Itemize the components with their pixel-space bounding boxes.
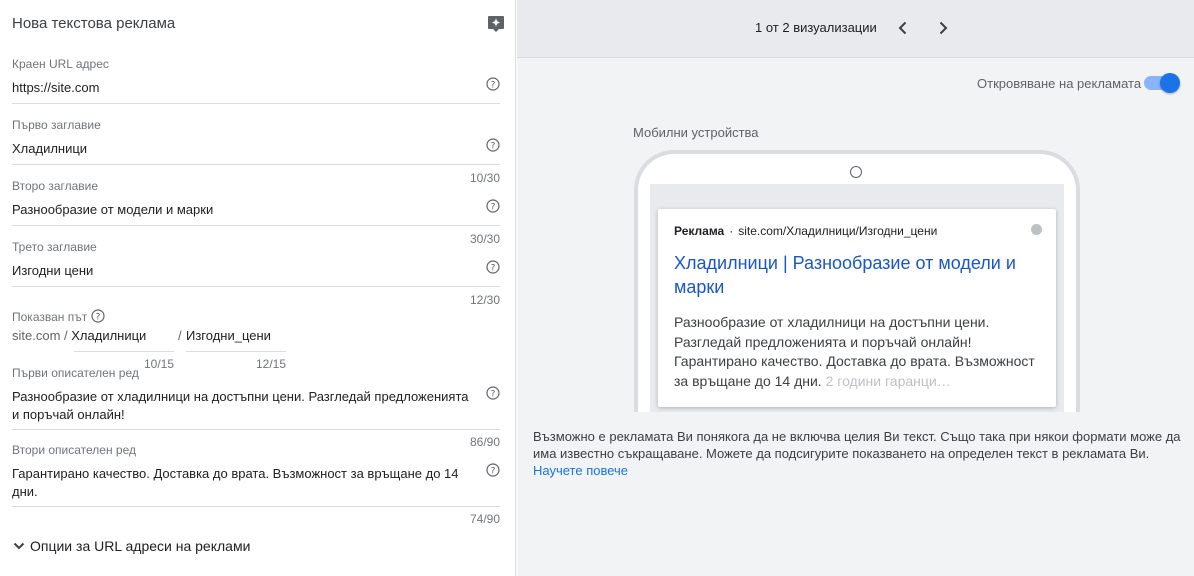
ad-header: Реклама · site.com/Хладилници/Изгодни_цени	[674, 224, 937, 238]
display-path-header: Показван път?	[12, 308, 500, 326]
final-url-field[interactable]: Краен URL адрес https://site.com ?	[12, 57, 500, 105]
disclaimer-text: Възможно е рекламата Ви понякога да не в…	[533, 429, 1181, 461]
help-icon[interactable]: ?	[486, 138, 500, 152]
ad-badge: Реклама	[674, 224, 725, 238]
help-icon[interactable]: ?	[486, 386, 500, 400]
description1-field[interactable]: Първи описателен ред Разнообразие от хла…	[12, 366, 500, 430]
chevron-left-icon[interactable]	[893, 18, 913, 38]
ad-description-faded: 2 години гаранци…	[825, 372, 951, 389]
svg-text:?: ?	[96, 313, 101, 323]
ad-title[interactable]: Хладилници | Разнообразие от модели и ма…	[674, 251, 1044, 299]
description2-counter: 74/90	[469, 512, 500, 526]
ad-form-panel: Нова текстова реклама Краен URL адрес ht…	[0, 0, 516, 576]
description2-label: Втори описателен ред	[12, 443, 136, 457]
headline1-underline	[12, 164, 500, 165]
path1-input[interactable]: Хладилници	[71, 328, 146, 343]
preview-pager-text: 1 от 2 визуализации	[755, 20, 877, 35]
learn-more-link[interactable]: Научете повече	[533, 463, 628, 478]
path2-underline	[186, 351, 286, 352]
headline3-input[interactable]: Изгодни цени	[12, 262, 93, 280]
final-url-underline	[12, 103, 500, 104]
help-icon[interactable]: ?	[486, 260, 500, 274]
headline2-underline	[12, 225, 500, 226]
url-options-label: Опции за URL адреси на реклами	[30, 538, 251, 554]
expand-ad-label: Откровяване на рекламата	[977, 76, 1142, 91]
preview-panel: 1 от 2 визуализации Откровяване на рекла…	[517, 0, 1194, 576]
svg-text:?: ?	[491, 390, 496, 400]
info-icon[interactable]	[1031, 224, 1042, 235]
final-url-label: Краен URL адрес	[12, 57, 109, 71]
display-path-row: site.com / Хладилници	[12, 328, 146, 346]
headline2-label: Второ заглавие	[12, 179, 99, 193]
help-icon[interactable]: ?	[486, 77, 500, 91]
headline1-field[interactable]: Първо заглавие Хладилници ?	[12, 118, 500, 166]
phone-frame: Реклама · site.com/Хладилници/Изгодни_цени…	[634, 150, 1080, 412]
description2-field[interactable]: Втори описателен ред Гарантирано качеств…	[12, 443, 500, 507]
svg-text:?: ?	[491, 203, 496, 213]
display-path-label: Показван път	[12, 310, 88, 324]
ad-description: Разнообразие от хладилници на достъпни ц…	[674, 313, 1044, 391]
svg-text:?: ?	[491, 81, 496, 91]
svg-text:?: ?	[491, 142, 496, 152]
help-icon[interactable]: ?	[486, 463, 500, 477]
device-label: Мобилни устройства	[633, 125, 759, 140]
final-url-input[interactable]: https://site.com	[12, 79, 99, 97]
headline3-field[interactable]: Трето заглавие Изгодни цени ?	[12, 240, 500, 288]
path2-input[interactable]: Изгодни_цени	[186, 328, 271, 343]
toggle-knob	[1160, 73, 1180, 93]
headline1-input[interactable]: Хладилници	[12, 140, 87, 158]
form-title: Нова текстова реклама	[12, 15, 176, 32]
description1-label: Първи описателен ред	[12, 366, 139, 380]
headline3-label: Трето заглавие	[12, 240, 97, 254]
description1-input[interactable]: Разнообразие от хладилници на достъпни ц…	[12, 388, 478, 424]
description2-input[interactable]: Гарантирано качество. Доставка до врата.…	[12, 465, 478, 501]
headline1-label: Първо заглавие	[12, 118, 101, 132]
preview-disclaimer: Възможно е рекламата Ви понякога да не в…	[533, 428, 1183, 479]
preview-toolbar: 1 от 2 визуализации	[517, 0, 1194, 58]
url-options-expander[interactable]: Опции за URL адреси на реклами	[12, 538, 250, 554]
sparkle-icon[interactable]	[486, 14, 506, 34]
description1-underline	[12, 429, 500, 430]
ad-dot: ·	[729, 224, 734, 238]
headline3-underline	[12, 286, 500, 287]
svg-text:?: ?	[491, 264, 496, 274]
expand-ad-toggle[interactable]	[1144, 73, 1180, 93]
headline2-field[interactable]: Второ заглавие Разнообразие от модели и …	[12, 179, 500, 227]
help-icon[interactable]: ?	[91, 309, 105, 323]
svg-text:?: ?	[491, 467, 496, 477]
help-icon[interactable]: ?	[486, 199, 500, 213]
ad-preview-card: Реклама · site.com/Хладилници/Изгодни_цени…	[658, 209, 1056, 407]
chevron-right-icon[interactable]	[933, 18, 953, 38]
ad-display-url: site.com/Хладилници/Изгодни_цени	[738, 224, 938, 238]
chevron-down-icon	[13, 542, 25, 550]
headline2-input[interactable]: Разнообразие от модели и марки	[12, 201, 213, 219]
path1-underline	[74, 351, 174, 352]
description2-underline	[12, 506, 500, 507]
phone-camera	[850, 166, 862, 178]
display-path-prefix: site.com /	[12, 328, 68, 343]
display-path-separator: /	[178, 328, 182, 343]
headline3-counter: 12/30	[469, 293, 500, 307]
